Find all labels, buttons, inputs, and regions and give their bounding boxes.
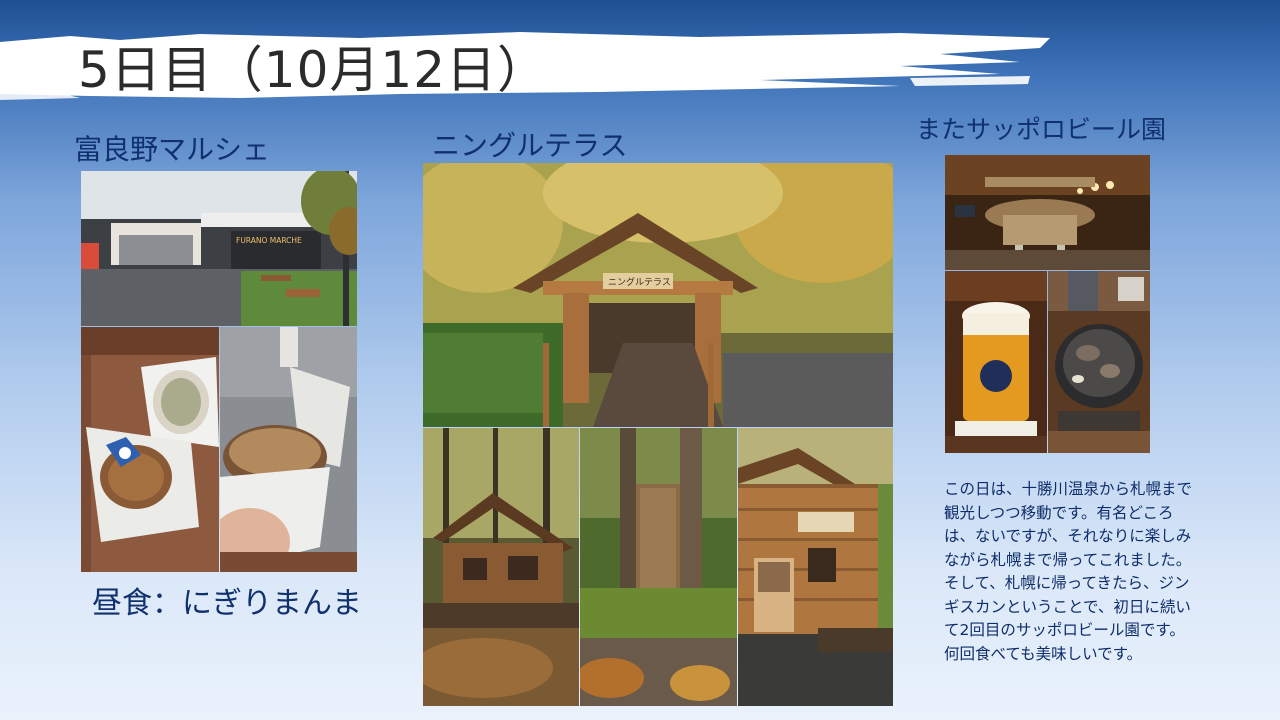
- slide: 5日目（10月12日） 富良野マルシェ ニングルテラス またサッポロビール園 F…: [0, 0, 1280, 720]
- photo-wooden-signpost: [580, 428, 737, 706]
- photo-beer-garden-kettle: [945, 155, 1150, 270]
- photo-forest-cabin: [423, 428, 579, 706]
- slide-title: 5日目（10月12日）: [78, 41, 549, 99]
- section-heading-furano-marche: 富良野マルシェ: [74, 133, 271, 166]
- photo-onigiri-tray: [81, 327, 219, 572]
- photo-sapporo-beer-glass: [945, 271, 1047, 453]
- photo-onigiri-in-hand: [220, 327, 357, 572]
- lunch-caption: 昼食：にぎりまんま: [92, 586, 362, 621]
- photo-jingisukan-grill: [1048, 271, 1150, 453]
- furano-marche-sign: FURANO MARCHE: [236, 236, 302, 245]
- day-description: この日は、十勝川温泉から札幌まで観光しつつ移動です。有名どころは、ないですが、そ…: [944, 480, 1193, 663]
- photo-ningle-terrace-gate: ニングルテラス: [423, 163, 893, 427]
- photo-furano-marche-building: FURANO MARCHE: [81, 171, 357, 326]
- section-heading-ningle-terrace: ニングルテラス: [432, 129, 628, 162]
- photo-log-cabin-shop: [738, 428, 893, 706]
- section-heading-sapporo-beer-garden: またサッポロビール園: [916, 115, 1167, 144]
- ningle-terrace-sign: ニングルテラス: [608, 276, 671, 288]
